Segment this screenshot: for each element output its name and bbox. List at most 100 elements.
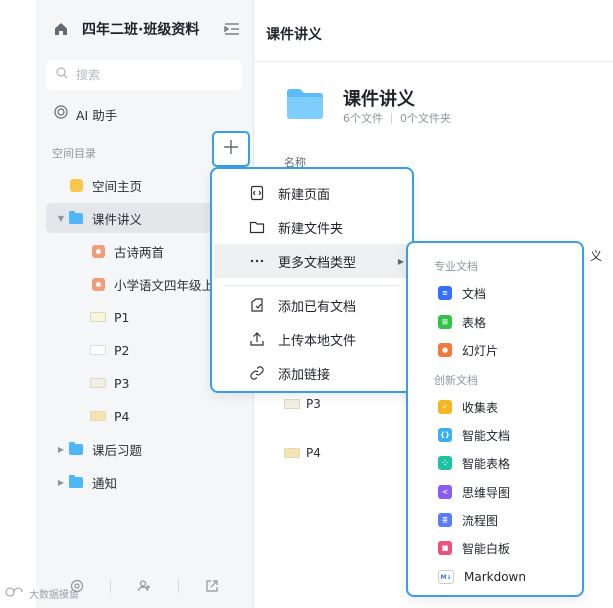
- ai-assistant-label: AI 助手: [76, 107, 118, 123]
- menu-divider: [224, 285, 400, 286]
- caret-right-icon[interactable]: ▶: [54, 478, 68, 487]
- list-item-label: P4: [306, 446, 321, 460]
- divider: [177, 579, 179, 593]
- menu-item-add-existing[interactable]: 添加已有文档: [214, 288, 410, 322]
- divider: [110, 579, 112, 593]
- tree-item-label: P4: [114, 408, 130, 424]
- submenu-item-markdown[interactable]: M↓ Markdown: [410, 564, 580, 590]
- ai-assistant[interactable]: AI 助手: [54, 104, 117, 124]
- home-icon[interactable]: [52, 20, 70, 38]
- plus-icon: [222, 138, 240, 160]
- upload-icon: [248, 330, 266, 348]
- smart-doc-icon: {}: [438, 428, 452, 442]
- menu-item-label: 添加链接: [278, 367, 331, 383]
- menu-item-new-folder[interactable]: 新建文件夹: [214, 210, 410, 244]
- submenu-item-mindmap[interactable]: < 思维导图: [410, 479, 580, 505]
- list-item-label: P3: [306, 397, 321, 411]
- submenu-item-label: 智能白板: [462, 541, 511, 556]
- add-existing-icon: [248, 296, 266, 314]
- submenu-item-sheet[interactable]: ⊞ 表格: [410, 309, 580, 335]
- more-dots-icon: [248, 252, 266, 270]
- watermark-text: 大数据摸鱼: [29, 590, 79, 601]
- submenu-item-label: 表格: [462, 315, 487, 330]
- whiteboard-icon: ■: [438, 541, 452, 555]
- menu-item-label: 上传本地文件: [278, 333, 357, 349]
- caret-down-icon[interactable]: ▼: [54, 214, 68, 223]
- new-page-icon: [248, 184, 266, 202]
- submenu-item-flowchart[interactable]: ≣ 流程图: [410, 507, 580, 533]
- submenu-item-label: 智能表格: [462, 456, 511, 471]
- form-icon: ✓: [438, 400, 452, 414]
- sidebar-header: 四年二班·班级资料: [52, 17, 241, 41]
- folder-icon: [68, 210, 84, 225]
- tree-item-label: 通知: [92, 475, 118, 491]
- search-icon: [56, 67, 68, 83]
- tree-item-label: 课后习题: [92, 442, 143, 458]
- tree-item-exercises[interactable]: ▶ 课后习题: [46, 434, 246, 464]
- image-icon: [90, 310, 106, 324]
- folder-icon: [68, 474, 84, 489]
- doc-icon: ≡: [438, 286, 452, 300]
- submenu-item-doc[interactable]: ≡ 文档: [410, 280, 580, 306]
- image-icon: [284, 399, 300, 409]
- external-link-icon[interactable]: [203, 577, 221, 595]
- tree-item-label: P3: [114, 375, 130, 391]
- tree-item-label: 小学语文四年级上: [114, 277, 215, 293]
- tree-item-p4[interactable]: P4: [46, 401, 246, 431]
- search-input[interactable]: [76, 68, 226, 82]
- submenu-item-slides[interactable]: ● 幻灯片: [410, 337, 580, 363]
- menu-item-add-link[interactable]: 添加链接: [214, 356, 410, 390]
- submenu-item-smart-sheet[interactable]: ⁘ 智能表格: [410, 450, 580, 476]
- members-icon[interactable]: [135, 577, 153, 595]
- chevron-right-icon: ▶: [397, 256, 404, 266]
- tree-item-label: P2: [114, 342, 130, 358]
- main-header: 课件讲义: [254, 0, 613, 62]
- folder-large-icon: [286, 86, 324, 120]
- truncated-text: 义: [590, 249, 603, 263]
- image-icon: [90, 409, 106, 423]
- link-icon: [248, 364, 266, 382]
- mindmap-icon: <: [438, 485, 452, 499]
- group-label-innovative: 创新文档: [434, 374, 478, 387]
- flowchart-icon: ≣: [438, 513, 452, 527]
- caret-right-icon[interactable]: ▶: [54, 445, 68, 454]
- watermark-logo-icon: [4, 586, 26, 601]
- list-item[interactable]: P3: [284, 394, 321, 414]
- folder-count: 0个文件夹: [400, 112, 451, 125]
- tree-item-label: 空间主页: [92, 178, 143, 194]
- add-menu: 新建页面 新建文件夹 更多文档类型 ▶ 添加已有文档 上传本地文件 添加链接: [210, 167, 414, 393]
- submenu-item-label: 幻灯片: [462, 343, 499, 358]
- folder-meta: 6个文件 0个文件夹: [343, 110, 451, 126]
- group-label-professional: 专业文档: [434, 260, 478, 273]
- image-icon: [284, 448, 300, 458]
- document-icon: [90, 244, 106, 258]
- divider: [391, 112, 392, 124]
- submenu-item-form[interactable]: ✓ 收集表: [410, 394, 580, 420]
- submenu-item-label: 思维导图: [462, 485, 511, 500]
- folder-name: 课件讲义: [343, 89, 415, 110]
- menu-item-new-page[interactable]: 新建页面: [214, 176, 410, 210]
- tree-item-label: P1: [114, 309, 130, 325]
- menu-item-more-types[interactable]: 更多文档类型 ▶: [214, 244, 410, 278]
- image-icon: [90, 343, 106, 357]
- smart-sheet-icon: ⁘: [438, 456, 452, 470]
- submenu-item-label: 收集表: [462, 400, 499, 415]
- tree-item-notice[interactable]: ▶ 通知: [46, 467, 246, 497]
- submenu-item-smart-doc[interactable]: {} 智能文档: [410, 422, 580, 448]
- search-box[interactable]: [46, 60, 242, 90]
- menu-item-label: 新建页面: [278, 187, 331, 203]
- page-title: 课件讲义: [266, 27, 322, 43]
- menu-item-label: 更多文档类型: [278, 255, 357, 271]
- menu-item-label: 添加已有文档: [278, 299, 357, 315]
- collapse-sidebar-icon[interactable]: [223, 20, 241, 38]
- home-page-icon: [68, 178, 84, 192]
- folder-icon: [68, 441, 84, 456]
- submenu-item-whiteboard[interactable]: ■ 智能白板: [410, 535, 580, 561]
- file-count: 6个文件: [343, 112, 383, 125]
- add-button[interactable]: [212, 131, 250, 167]
- sheet-icon: ⊞: [438, 315, 452, 329]
- submenu-item-label: 智能文档: [462, 428, 511, 443]
- menu-item-upload[interactable]: 上传本地文件: [214, 322, 410, 356]
- tree-item-label: 古诗两首: [114, 244, 165, 260]
- list-item[interactable]: P4: [284, 443, 321, 463]
